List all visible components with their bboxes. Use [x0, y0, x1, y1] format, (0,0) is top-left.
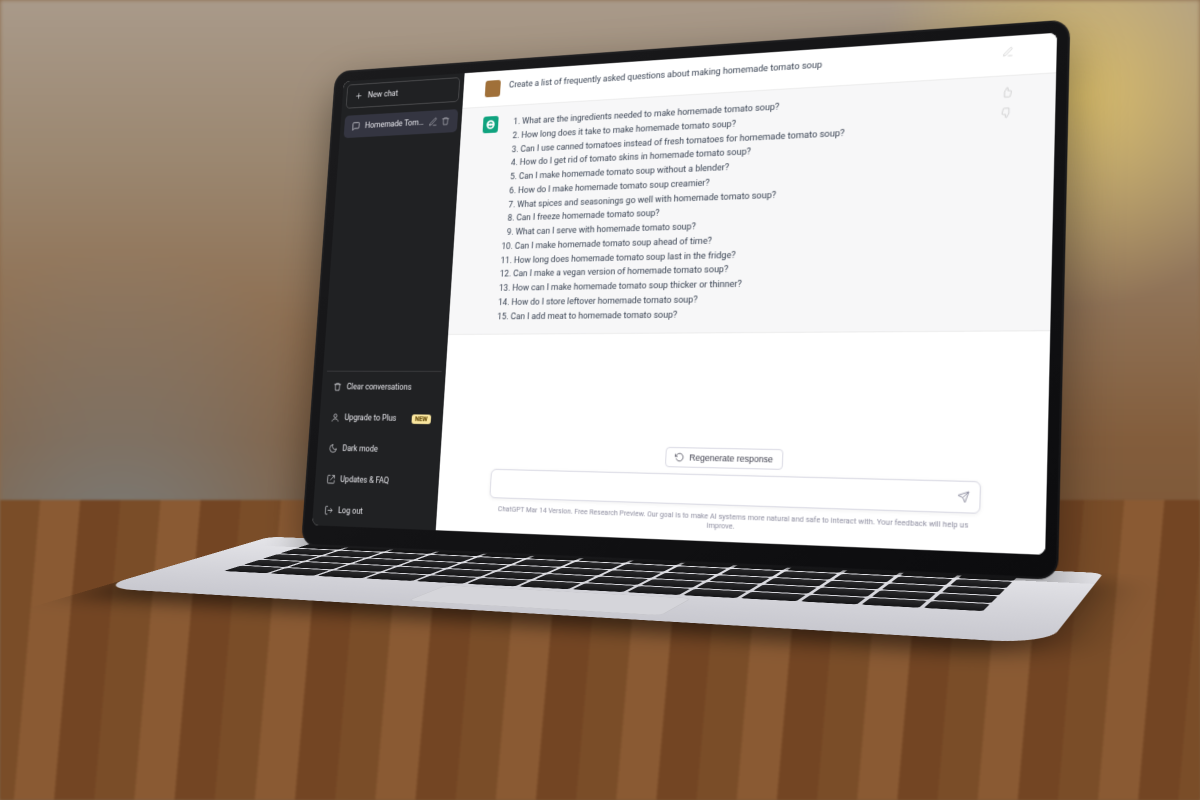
laptop-screen-shell: New chat Homemade Tomato So… — [301, 19, 1070, 580]
chat-bubble-icon — [351, 121, 360, 131]
new-chat-label: New chat — [368, 85, 452, 99]
upgrade-label: Upgrade to Plus — [344, 413, 407, 423]
new-chat-button[interactable]: New chat — [346, 77, 461, 109]
upgrade-button[interactable]: Upgrade to Plus NEW — [323, 406, 439, 431]
main-panel: Create a list of frequently asked questi… — [436, 33, 1057, 555]
user-message: Create a list of frequently asked questi… — [462, 33, 1057, 108]
regenerate-button[interactable]: Regenerate response — [665, 446, 783, 469]
user-avatar — [485, 80, 501, 98]
dark-mode-label: Dark mode — [342, 444, 429, 455]
trash-icon — [333, 382, 343, 392]
thumbs-up-icon[interactable] — [1001, 86, 1013, 101]
updates-faq-label: Updates & FAQ — [340, 475, 427, 487]
assistant-avatar — [483, 116, 499, 133]
logout-button[interactable]: Log out — [316, 498, 433, 526]
user-prompt-text: Create a list of frequently asked questi… — [508, 48, 985, 96]
updates-faq-button[interactable]: Updates & FAQ — [319, 467, 436, 494]
logout-icon — [324, 505, 334, 516]
send-button[interactable] — [952, 485, 974, 507]
laptop-stage: New chat Homemade Tomato So… — [0, 0, 1200, 800]
thumbs-down-icon[interactable] — [1000, 107, 1012, 122]
assistant-response: What are the ingredients needed to make … — [495, 88, 985, 325]
edit-icon[interactable] — [1002, 46, 1014, 61]
composer-footer: Regenerate response ChatGPT Mar 14 Versi… — [436, 434, 1048, 554]
plus-icon — [354, 91, 363, 101]
regenerate-label: Regenerate response — [689, 452, 773, 464]
laptop-display: New chat Homemade Tomato So… — [312, 33, 1057, 555]
moon-icon — [328, 443, 338, 453]
logout-label: Log out — [338, 506, 425, 519]
clear-conversations-label: Clear conversations — [346, 382, 433, 392]
disclaimer-text: ChatGPT Mar 14 Version. Free Research Pr… — [488, 503, 980, 541]
faq-list: What are the ingredients needed to make … — [495, 89, 985, 324]
assistant-message: What are the ingredients needed to make … — [448, 72, 1056, 335]
history-item[interactable]: Homemade Tomato So… — [344, 109, 459, 138]
clear-conversations-button[interactable]: Clear conversations — [325, 375, 441, 399]
trash-icon[interactable] — [441, 116, 451, 127]
conversation-thread[interactable]: Create a list of frequently asked questi… — [442, 33, 1057, 445]
user-icon — [331, 412, 341, 422]
dark-mode-button[interactable]: Dark mode — [321, 436, 438, 462]
edit-icon[interactable] — [428, 117, 438, 128]
history-item-title: Homemade Tomato So… — [365, 118, 424, 130]
chat-app: New chat Homemade Tomato So… — [312, 33, 1057, 555]
external-link-icon — [326, 474, 336, 485]
laptop: New chat Homemade Tomato So… — [301, 19, 1070, 580]
new-badge: NEW — [411, 414, 431, 424]
